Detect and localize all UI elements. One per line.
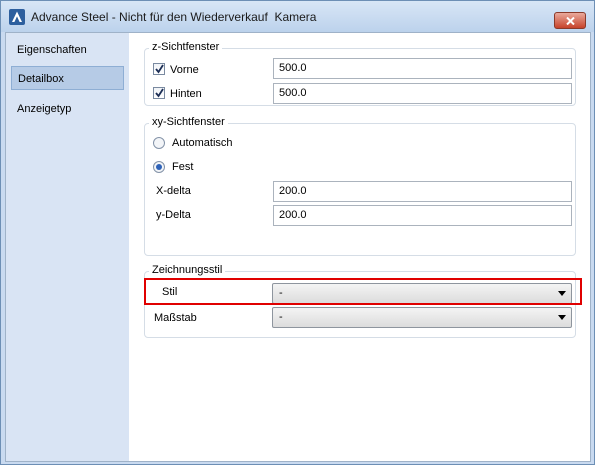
window-title: Advance Steel - Nicht für den Wiederverk… — [31, 10, 317, 24]
detail-panel: z-Sichtfenster Vorne 500.0 Hinten 500.0 … — [129, 33, 590, 461]
scale-label: Maßstab — [154, 312, 197, 324]
y-delta-label: y-Delta — [156, 209, 191, 221]
sidebar-item-eigenschaften[interactable]: Eigenschaften — [11, 38, 124, 62]
z-viewport-group-title: z-Sichtfenster — [149, 41, 223, 53]
fixed-label: Fest — [172, 161, 194, 173]
x-delta-input[interactable]: 200.0 — [273, 181, 572, 202]
dialog-client: Eigenschaften Detailbox Anzeigetyp z-Sic… — [5, 32, 591, 462]
radio-selected-dot — [156, 164, 162, 170]
close-button[interactable] — [554, 12, 586, 29]
front-checkbox[interactable] — [153, 63, 165, 75]
automatic-radio[interactable] — [153, 137, 165, 149]
sidebar-item-detailbox[interactable]: Detailbox — [11, 66, 124, 90]
sidebar-item-label: Eigenschaften — [17, 44, 87, 56]
highlight-frame — [144, 278, 582, 305]
sidebar-item-anzeigetyp[interactable]: Anzeigetyp — [11, 97, 124, 121]
drawing-style-group-title: Zeichnungsstil — [149, 264, 226, 276]
scale-dropdown[interactable]: - — [272, 307, 572, 328]
check-icon — [155, 64, 164, 74]
chevron-down-icon — [558, 315, 566, 320]
fixed-radio[interactable] — [153, 161, 165, 173]
sidebar: Eigenschaften Detailbox Anzeigetyp — [6, 33, 129, 461]
scale-dropdown-value: - — [279, 311, 283, 323]
sidebar-item-label: Anzeigetyp — [17, 103, 72, 115]
x-delta-label: X-delta — [156, 185, 191, 197]
close-icon — [566, 17, 575, 25]
dialog-window: Advance Steel - Nicht für den Wiederverk… — [0, 0, 595, 465]
title-bar[interactable]: Advance Steel - Nicht für den Wiederverk… — [1, 1, 594, 32]
front-depth-input[interactable]: 500.0 — [273, 58, 572, 79]
xy-viewport-group-title: xy-Sichtfenster — [149, 116, 228, 128]
front-label: Vorne — [170, 64, 199, 76]
sidebar-item-label: Detailbox — [18, 73, 64, 85]
automatic-label: Automatisch — [172, 137, 233, 149]
app-logo-icon — [9, 9, 25, 25]
y-delta-input[interactable]: 200.0 — [273, 205, 572, 226]
back-label: Hinten — [170, 88, 202, 100]
back-depth-input[interactable]: 500.0 — [273, 83, 572, 104]
check-icon — [155, 88, 164, 98]
back-checkbox[interactable] — [153, 87, 165, 99]
